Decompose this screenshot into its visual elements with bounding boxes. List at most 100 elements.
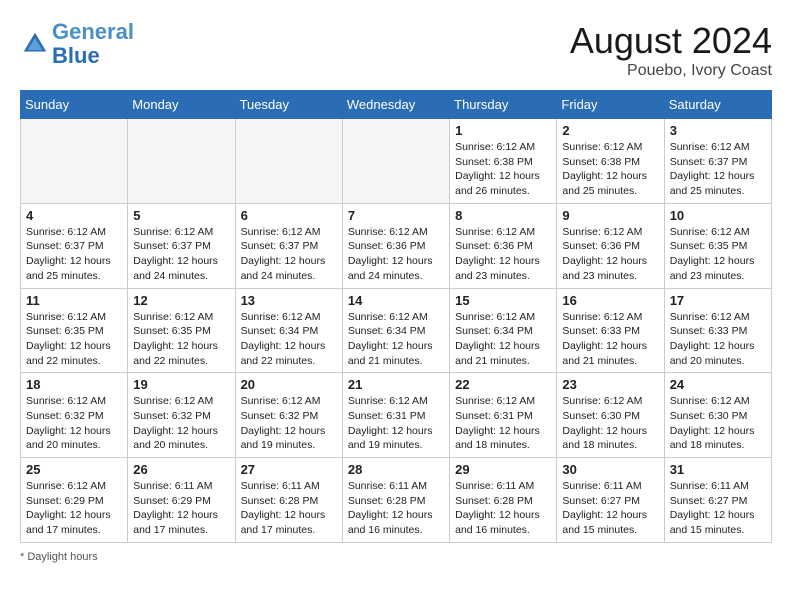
calendar-cell: 6 Sunrise: 6:12 AMSunset: 6:37 PMDaylight… [235, 203, 342, 288]
day-number: 25 [26, 462, 122, 477]
calendar-cell: 18 Sunrise: 6:12 AMSunset: 6:32 PMDayligh… [21, 373, 128, 458]
calendar-table: SundayMondayTuesdayWednesdayThursdayFrid… [20, 90, 772, 543]
day-info: Sunrise: 6:12 AMSunset: 6:30 PMDaylight:… [562, 394, 658, 453]
day-info: Sunrise: 6:11 AMSunset: 6:28 PMDaylight:… [241, 479, 337, 538]
day-info: Sunrise: 6:12 AMSunset: 6:34 PMDaylight:… [348, 310, 444, 369]
day-info: Sunrise: 6:11 AMSunset: 6:29 PMDaylight:… [133, 479, 229, 538]
footer-note: * Daylight hours [20, 551, 772, 563]
calendar-week-1: 1 Sunrise: 6:12 AMSunset: 6:38 PMDaylight… [21, 119, 772, 204]
calendar-cell: 8Sunrise: 6:12 AMSunset: 6:36 PMDaylight… [450, 203, 557, 288]
title-area: August 2024 Pouebo, Ivory Coast [570, 20, 772, 80]
col-header-friday: Friday [557, 91, 664, 119]
page-header: General Blue August 2024 Pouebo, Ivory C… [20, 20, 772, 80]
day-info: Sunrise: 6:12 AMSunset: 6:37 PMDaylight:… [133, 225, 229, 284]
day-number: 13 [241, 293, 337, 308]
calendar-cell: 12 Sunrise: 6:12 AMSunset: 6:35 PMDayligh… [128, 288, 235, 373]
calendar-cell: 25 Sunrise: 6:12 AMSunset: 6:29 PMDayligh… [21, 458, 128, 543]
day-info: Sunrise: 6:11 AMSunset: 6:28 PMDaylight:… [348, 479, 444, 538]
day-info: Sunrise: 6:12 AMSunset: 6:34 PMDaylight:… [455, 310, 551, 369]
day-info: Sunrise: 6:12 AMSunset: 6:33 PMDaylight:… [670, 310, 766, 369]
day-number: 18 [26, 377, 122, 392]
calendar-cell: 22Sunrise: 6:12 AMSunset: 6:31 PMDayligh… [450, 373, 557, 458]
day-number: 26 [133, 462, 229, 477]
day-info: Sunrise: 6:12 AMSunset: 6:37 PMDaylight:… [26, 225, 122, 284]
day-info: Sunrise: 6:12 AMSunset: 6:32 PMDaylight:… [241, 394, 337, 453]
day-info: Sunrise: 6:12 AMSunset: 6:37 PMDaylight:… [670, 140, 766, 199]
day-number: 19 [133, 377, 229, 392]
calendar-cell: 17 Sunrise: 6:12 AMSunset: 6:33 PMDayligh… [664, 288, 771, 373]
calendar-cell [128, 119, 235, 204]
day-number: 9 [562, 208, 658, 223]
day-info: Sunrise: 6:12 AMSunset: 6:38 PMDaylight:… [455, 140, 551, 199]
calendar-cell: 5 Sunrise: 6:12 AMSunset: 6:37 PMDaylight… [128, 203, 235, 288]
logo-icon [20, 29, 50, 59]
day-number: 17 [670, 293, 766, 308]
day-number: 30 [562, 462, 658, 477]
calendar-cell: 10 Sunrise: 6:12 AMSunset: 6:35 PMDayligh… [664, 203, 771, 288]
day-info: Sunrise: 6:12 AMSunset: 6:34 PMDaylight:… [241, 310, 337, 369]
calendar-week-4: 18 Sunrise: 6:12 AMSunset: 6:32 PMDayligh… [21, 373, 772, 458]
calendar-cell: 1 Sunrise: 6:12 AMSunset: 6:38 PMDaylight… [450, 119, 557, 204]
calendar-cell: 9 Sunrise: 6:12 AMSunset: 6:36 PMDaylight… [557, 203, 664, 288]
calendar-cell: 23 Sunrise: 6:12 AMSunset: 6:30 PMDayligh… [557, 373, 664, 458]
col-header-tuesday: Tuesday [235, 91, 342, 119]
col-header-thursday: Thursday [450, 91, 557, 119]
calendar-cell: 31 Sunrise: 6:11 AMSunset: 6:27 PMDayligh… [664, 458, 771, 543]
month-year: August 2024 [570, 20, 772, 62]
calendar-cell: 26 Sunrise: 6:11 AMSunset: 6:29 PMDayligh… [128, 458, 235, 543]
day-info: Sunrise: 6:12 AMSunset: 6:36 PMDaylight:… [455, 225, 551, 284]
day-info: Sunrise: 6:11 AMSunset: 6:27 PMDaylight:… [562, 479, 658, 538]
day-info: Sunrise: 6:12 AMSunset: 6:31 PMDaylight:… [455, 394, 551, 453]
logo-text: General Blue [52, 20, 134, 68]
calendar-cell: 11 Sunrise: 6:12 AMSunset: 6:35 PMDayligh… [21, 288, 128, 373]
calendar-cell: 24 Sunrise: 6:12 AMSunset: 6:30 PMDayligh… [664, 373, 771, 458]
day-info: Sunrise: 6:11 AMSunset: 6:28 PMDaylight:… [455, 479, 551, 538]
day-number: 31 [670, 462, 766, 477]
calendar-cell: 14 Sunrise: 6:12 AMSunset: 6:34 PMDayligh… [342, 288, 449, 373]
calendar-cell: 7 Sunrise: 6:12 AMSunset: 6:36 PMDaylight… [342, 203, 449, 288]
day-number: 11 [26, 293, 122, 308]
day-info: Sunrise: 6:12 AMSunset: 6:36 PMDaylight:… [348, 225, 444, 284]
day-number: 10 [670, 208, 766, 223]
day-info: Sunrise: 6:12 AMSunset: 6:29 PMDaylight:… [26, 479, 122, 538]
day-info: Sunrise: 6:12 AMSunset: 6:32 PMDaylight:… [26, 394, 122, 453]
calendar-cell [235, 119, 342, 204]
col-header-saturday: Saturday [664, 91, 771, 119]
day-number: 14 [348, 293, 444, 308]
location: Pouebo, Ivory Coast [570, 62, 772, 80]
day-number: 3 [670, 123, 766, 138]
day-info: Sunrise: 6:11 AMSunset: 6:27 PMDaylight:… [670, 479, 766, 538]
day-number: 24 [670, 377, 766, 392]
calendar-cell: 20Sunrise: 6:12 AMSunset: 6:32 PMDayligh… [235, 373, 342, 458]
day-info: Sunrise: 6:12 AMSunset: 6:30 PMDaylight:… [670, 394, 766, 453]
day-number: 16 [562, 293, 658, 308]
calendar-cell: 2Sunrise: 6:12 AMSunset: 6:38 PMDaylight… [557, 119, 664, 204]
calendar-cell: 30 Sunrise: 6:11 AMSunset: 6:27 PMDayligh… [557, 458, 664, 543]
day-number: 12 [133, 293, 229, 308]
calendar-cell: 21Sunrise: 6:12 AMSunset: 6:31 PMDayligh… [342, 373, 449, 458]
day-info: Sunrise: 6:12 AMSunset: 6:35 PMDaylight:… [26, 310, 122, 369]
col-header-monday: Monday [128, 91, 235, 119]
day-number: 7 [348, 208, 444, 223]
calendar-cell: 3 Sunrise: 6:12 AMSunset: 6:37 PMDaylight… [664, 119, 771, 204]
calendar-cell: 28Sunrise: 6:11 AMSunset: 6:28 PMDayligh… [342, 458, 449, 543]
col-header-wednesday: Wednesday [342, 91, 449, 119]
calendar-cell: 13 Sunrise: 6:12 AMSunset: 6:34 PMDayligh… [235, 288, 342, 373]
day-info: Sunrise: 6:12 AMSunset: 6:35 PMDaylight:… [670, 225, 766, 284]
day-info: Sunrise: 6:12 AMSunset: 6:38 PMDaylight:… [562, 140, 658, 199]
day-number: 23 [562, 377, 658, 392]
day-number: 5 [133, 208, 229, 223]
day-info: Sunrise: 6:12 AMSunset: 6:35 PMDaylight:… [133, 310, 229, 369]
day-number: 15 [455, 293, 551, 308]
calendar-cell: 19Sunrise: 6:12 AMSunset: 6:32 PMDayligh… [128, 373, 235, 458]
day-number: 27 [241, 462, 337, 477]
day-number: 6 [241, 208, 337, 223]
day-info: Sunrise: 6:12 AMSunset: 6:31 PMDaylight:… [348, 394, 444, 453]
calendar-week-2: 4 Sunrise: 6:12 AMSunset: 6:37 PMDaylight… [21, 203, 772, 288]
day-number: 4 [26, 208, 122, 223]
calendar-cell: 29Sunrise: 6:11 AMSunset: 6:28 PMDayligh… [450, 458, 557, 543]
day-info: Sunrise: 6:12 AMSunset: 6:37 PMDaylight:… [241, 225, 337, 284]
day-info: Sunrise: 6:12 AMSunset: 6:36 PMDaylight:… [562, 225, 658, 284]
day-number: 1 [455, 123, 551, 138]
calendar-cell: 27 Sunrise: 6:11 AMSunset: 6:28 PMDayligh… [235, 458, 342, 543]
